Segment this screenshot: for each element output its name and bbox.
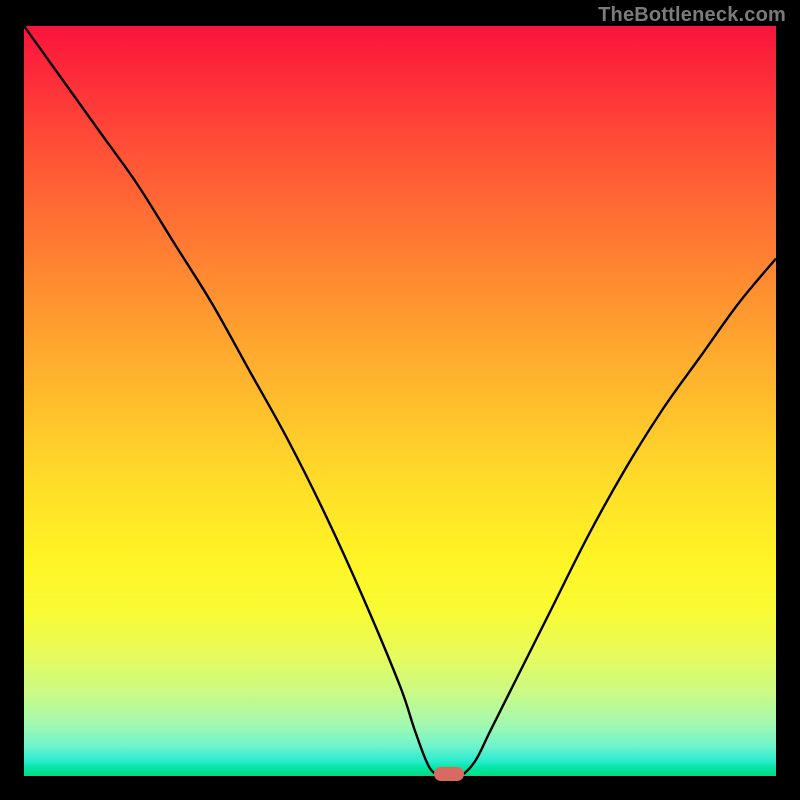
plot-area [24, 26, 776, 776]
bottleneck-curve [24, 26, 776, 776]
curve-path [24, 26, 776, 776]
chart-frame: TheBottleneck.com [0, 0, 800, 800]
watermark-text: TheBottleneck.com [598, 4, 786, 27]
optimal-point-marker [434, 767, 464, 781]
